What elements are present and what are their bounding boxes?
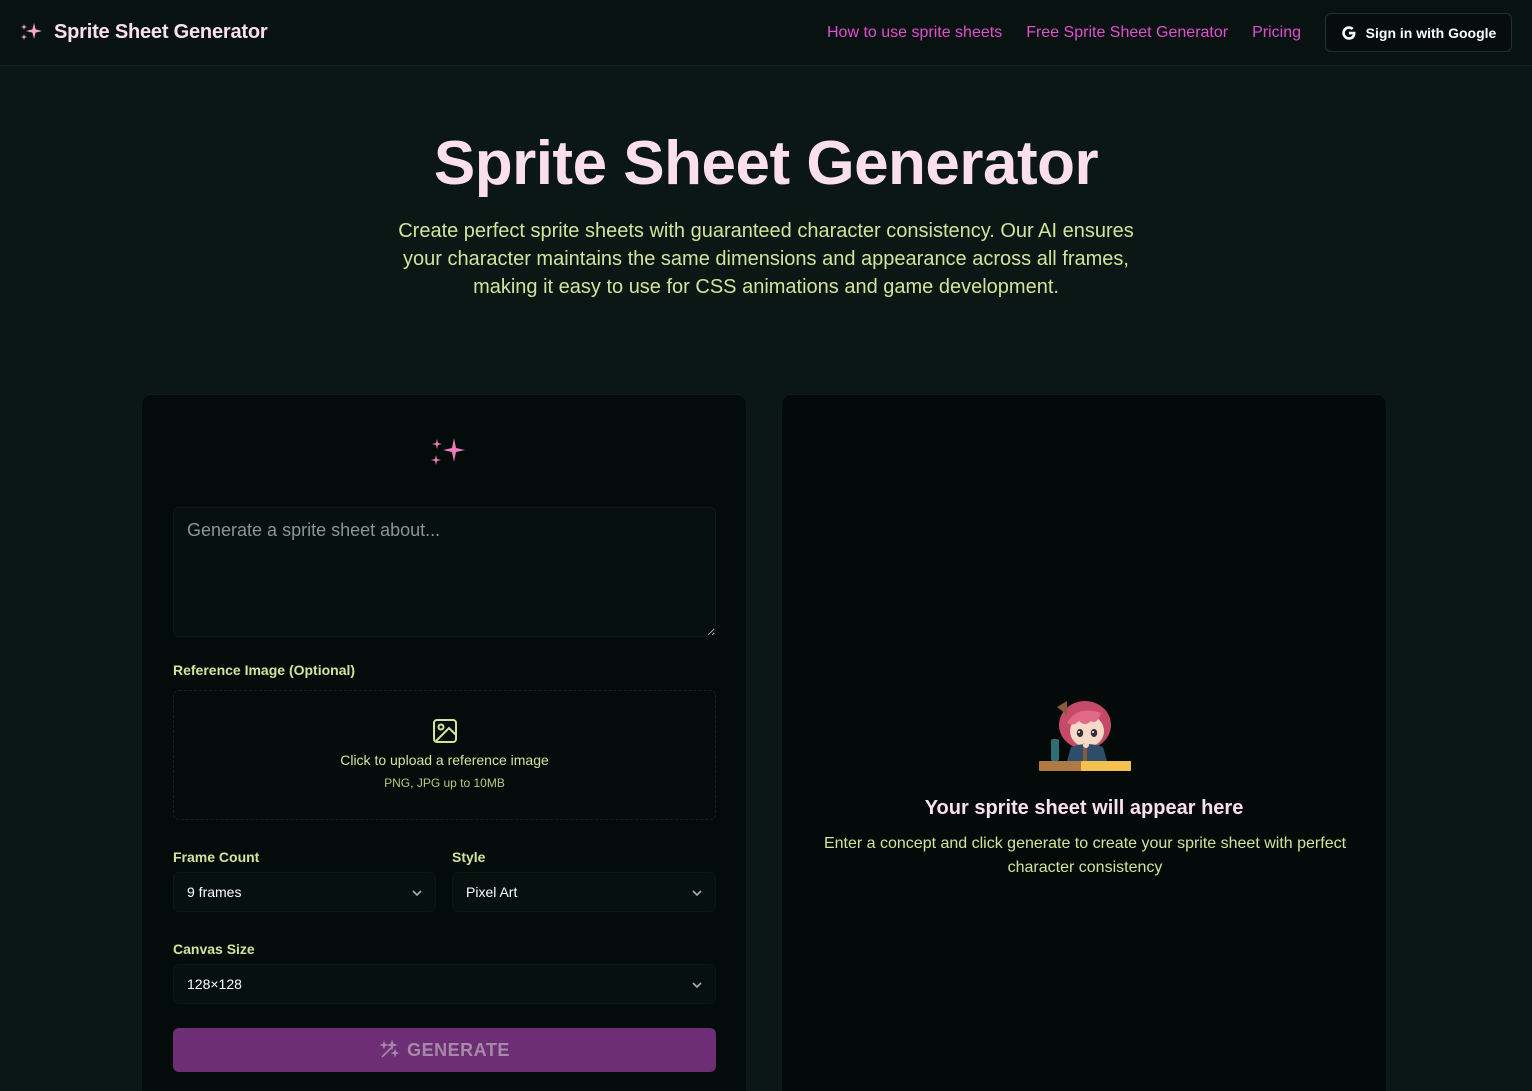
reference-image-upload[interactable]: Click to upload a reference image PNG, J… xyxy=(173,690,716,820)
preview-subtitle: Enter a concept and click generate to cr… xyxy=(823,835,1347,876)
google-icon xyxy=(1341,25,1356,40)
sign-in-google-button[interactable]: Sign in with Google xyxy=(1325,13,1512,52)
upload-text: Click to upload a reference image xyxy=(340,752,549,768)
brand[interactable]: Sprite Sheet Generator xyxy=(19,20,268,44)
generate-button[interactable]: GENERATE xyxy=(173,1028,716,1072)
generator-form-panel: Reference Image (Optional) Click to uplo… xyxy=(141,394,747,1091)
chevron-down-icon xyxy=(692,890,702,897)
chevron-down-icon xyxy=(412,890,422,897)
nav-link-how-to-use[interactable]: How to use sprite sheets xyxy=(827,14,1002,52)
reference-image-label: Reference Image (Optional) xyxy=(173,662,356,678)
top-nav-bar: Sprite Sheet Generator How to use sprite… xyxy=(0,0,1532,66)
sparkles-icon xyxy=(21,23,42,40)
prompt-input[interactable] xyxy=(173,507,716,637)
preview-panel: Your sprite sheet will appear here Enter… xyxy=(781,394,1387,1091)
main-nav: How to use sprite sheets Free Sprite She… xyxy=(827,13,1512,52)
nav-link-pricing[interactable]: Pricing xyxy=(1252,14,1301,52)
canvas-size-value: 128×128 xyxy=(187,976,242,992)
style-label: Style xyxy=(452,849,486,865)
frame-count-label: Frame Count xyxy=(173,849,260,865)
style-select[interactable]: Pixel Art xyxy=(452,872,716,912)
brand-title: Sprite Sheet Generator xyxy=(54,20,268,43)
generate-label: GENERATE xyxy=(407,1039,510,1060)
upload-hint: PNG, JPG up to 10MB xyxy=(384,776,505,790)
chevron-down-icon xyxy=(692,982,702,989)
page-subtitle: Create perfect sprite sheets with guaran… xyxy=(398,220,1134,298)
sprite-character-illustration xyxy=(1039,701,1131,771)
style-value: Pixel Art xyxy=(466,884,518,900)
image-icon xyxy=(433,719,457,743)
nav-link-free-generator[interactable]: Free Sprite Sheet Generator xyxy=(1026,14,1228,52)
canvas-size-label: Canvas Size xyxy=(173,941,255,957)
sparkles-icon xyxy=(431,438,465,465)
page-title: Sprite Sheet Generator xyxy=(433,129,1099,198)
frame-count-select[interactable]: 9 frames xyxy=(173,872,436,912)
canvas-size-select[interactable]: 128×128 xyxy=(173,964,716,1004)
sign-in-label: Sign in with Google xyxy=(1365,24,1497,41)
wand-sparkles-icon xyxy=(379,1040,400,1058)
frame-count-value: 9 frames xyxy=(187,884,242,900)
preview-title: Your sprite sheet will appear here xyxy=(924,797,1244,819)
